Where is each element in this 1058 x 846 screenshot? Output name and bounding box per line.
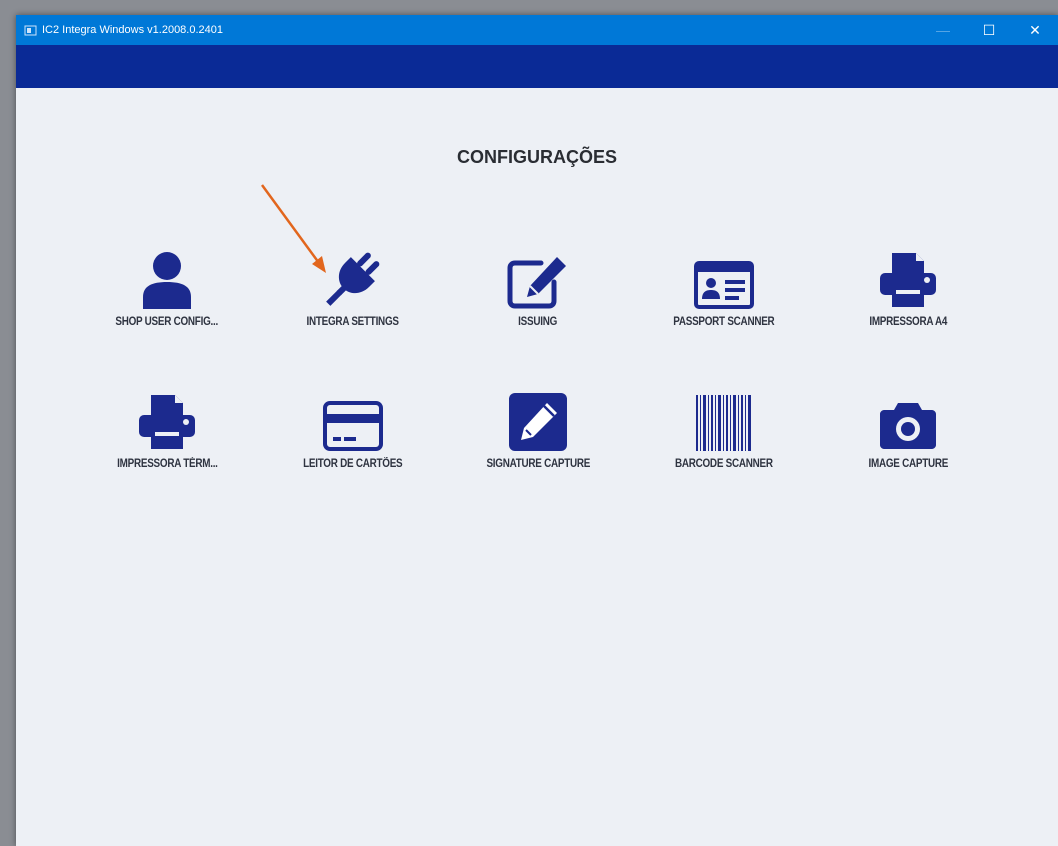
tile-barcode-scanner[interactable]: BARCODE SCANNER bbox=[644, 387, 804, 483]
printer-icon bbox=[880, 253, 936, 307]
barcode-icon bbox=[696, 395, 751, 451]
title-bar[interactable]: IC2 Integra Windows v1.2008.0.2401 — ☐ ✕ bbox=[16, 15, 1058, 45]
tile-label: SHOP USER CONFIG... bbox=[115, 316, 219, 328]
tile-label: ISSUING bbox=[518, 316, 558, 328]
page-title: CONFIGURAÇÕES bbox=[456, 147, 617, 167]
tile-signature-capture[interactable]: SIGNATURE CAPTURE bbox=[458, 387, 618, 483]
app-icon bbox=[24, 24, 37, 37]
tile-label: INTEGRA SETTINGS bbox=[306, 316, 400, 328]
close-icon: ✕ bbox=[1029, 21, 1041, 38]
tile-label: IMPRESSORA A4 bbox=[869, 316, 947, 328]
minimize-icon: — bbox=[936, 22, 950, 38]
window-controls: — ☐ ✕ bbox=[920, 15, 1058, 45]
user-icon bbox=[143, 252, 191, 309]
tile-impressora-a4[interactable]: IMPRESSORA A4 bbox=[828, 245, 988, 341]
tile-integra-settings[interactable]: INTEGRA SETTINGS bbox=[273, 245, 433, 341]
id-card-icon bbox=[694, 261, 754, 309]
maximize-icon: ☐ bbox=[982, 21, 996, 38]
window-title: IC2 Integra Windows v1.2008.0.2401 bbox=[42, 24, 224, 36]
header-band bbox=[16, 45, 1058, 88]
tile-leitor-de-cartoes[interactable]: LEITOR DE CARTÕES bbox=[273, 387, 433, 483]
credit-card-icon bbox=[323, 401, 383, 451]
pencil-square-icon bbox=[509, 393, 567, 451]
tile-passport-scanner[interactable]: PASSPORT SCANNER bbox=[644, 245, 804, 341]
tile-issuing[interactable]: ISSUING bbox=[458, 245, 618, 341]
tile-label: BARCODE SCANNER bbox=[675, 458, 773, 470]
tile-shop-user-config[interactable]: SHOP USER CONFIG... bbox=[87, 245, 247, 341]
maximize-button[interactable]: ☐ bbox=[966, 15, 1012, 45]
tile-label: PASSPORT SCANNER bbox=[673, 316, 775, 328]
tile-label: LEITOR DE CARTÕES bbox=[303, 458, 403, 470]
app-window: IC2 Integra Windows v1.2008.0.2401 — ☐ ✕… bbox=[16, 15, 1058, 846]
printer-icon bbox=[139, 395, 195, 449]
tile-label: IMPRESSORA TÉRM... bbox=[116, 458, 218, 470]
camera-icon bbox=[880, 403, 936, 449]
tile-label: SIGNATURE CAPTURE bbox=[486, 458, 590, 470]
plug-icon bbox=[326, 252, 380, 306]
minimize-button[interactable]: — bbox=[920, 15, 966, 45]
tile-label: IMAGE CAPTURE bbox=[868, 458, 948, 470]
edit-icon bbox=[507, 257, 566, 309]
close-button[interactable]: ✕ bbox=[1012, 15, 1058, 45]
tile-impressora-termica[interactable]: IMPRESSORA TÉRM... bbox=[87, 387, 247, 483]
tile-image-capture[interactable]: IMAGE CAPTURE bbox=[828, 387, 988, 483]
